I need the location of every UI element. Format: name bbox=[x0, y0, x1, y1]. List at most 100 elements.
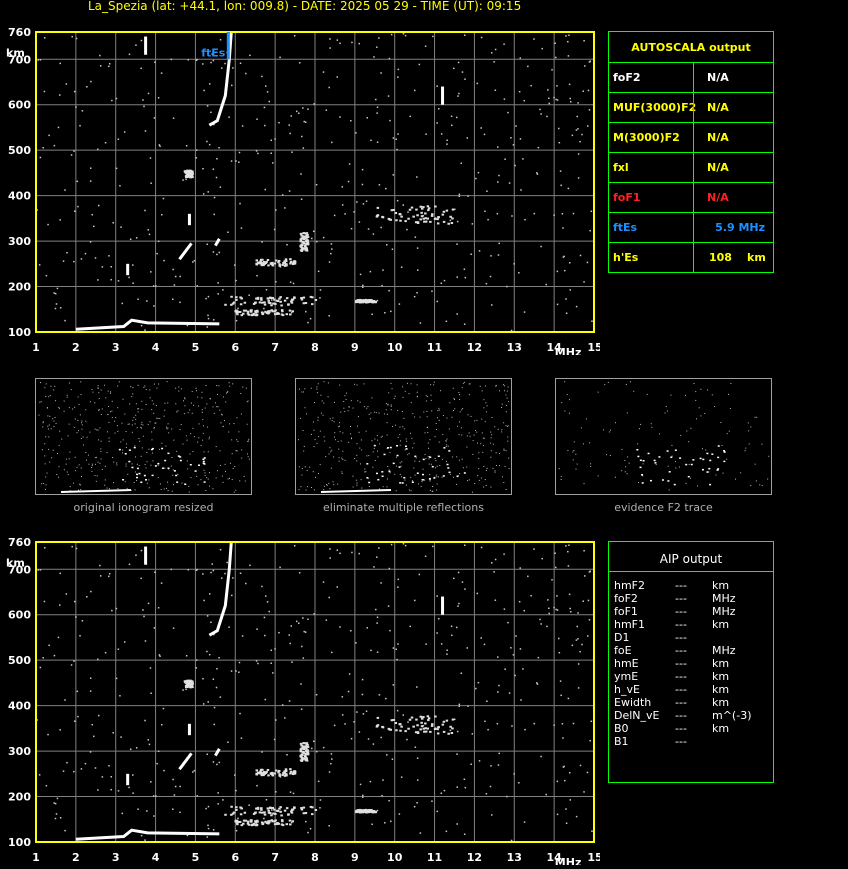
noise-dot bbox=[144, 839, 146, 841]
noise-dot bbox=[196, 149, 198, 151]
noise-dot bbox=[302, 617, 304, 619]
thumb-dot bbox=[233, 423, 235, 425]
noise-dot bbox=[564, 269, 566, 272]
thumb-dot bbox=[756, 416, 758, 418]
noise-dot bbox=[367, 738, 370, 740]
thumb-dot bbox=[576, 463, 578, 465]
thumb-dot bbox=[485, 402, 487, 404]
noise-dot bbox=[45, 274, 48, 277]
thumb-dot bbox=[329, 447, 331, 449]
thumb-dot bbox=[121, 452, 123, 454]
thumb-dot bbox=[239, 480, 241, 482]
noise-dot bbox=[73, 90, 76, 93]
noise-dot bbox=[559, 170, 562, 172]
noise-dot bbox=[238, 151, 241, 154]
thumb-dot bbox=[436, 465, 438, 467]
echo-dot bbox=[442, 210, 446, 213]
thumb-dot bbox=[198, 423, 200, 425]
noise-dot bbox=[575, 305, 578, 308]
noise-dot bbox=[281, 194, 284, 196]
noise-dot bbox=[272, 672, 274, 674]
noise-dot bbox=[135, 554, 137, 556]
thumb-dot bbox=[107, 431, 109, 433]
thumb-dot bbox=[74, 418, 76, 420]
noise-dot bbox=[436, 85, 438, 87]
thumb-dot bbox=[384, 413, 386, 415]
noise-dot bbox=[202, 703, 205, 705]
thumb-dot bbox=[430, 463, 432, 465]
echo-dot bbox=[394, 722, 398, 725]
noise-dot bbox=[464, 78, 466, 80]
noise-dot bbox=[212, 59, 215, 62]
noise-dot bbox=[355, 132, 357, 134]
thumb-dot bbox=[431, 410, 433, 412]
thumb-dot bbox=[246, 423, 248, 425]
thumb-dot bbox=[397, 410, 399, 412]
x-tick-label: 9 bbox=[351, 851, 359, 864]
thumb-dot bbox=[172, 474, 174, 476]
echo-dot bbox=[302, 751, 305, 754]
thumb-dot bbox=[54, 416, 56, 418]
echo-dot bbox=[420, 725, 424, 728]
noise-dot bbox=[53, 292, 55, 294]
echo-dot bbox=[287, 303, 290, 306]
y-tick-label: 400 bbox=[8, 700, 31, 713]
echo-dot bbox=[269, 262, 273, 265]
noise-dot bbox=[577, 153, 580, 155]
noise-dot bbox=[446, 649, 448, 652]
thumb-echo bbox=[723, 460, 726, 463]
noise-dot bbox=[480, 36, 483, 39]
thumb-dot bbox=[95, 480, 97, 482]
thumb-dot bbox=[180, 423, 182, 425]
aip-row: hmF1 --- km bbox=[614, 618, 769, 631]
noise-dot bbox=[206, 753, 208, 756]
thumb-dot bbox=[65, 463, 67, 465]
thumb-dot bbox=[104, 479, 106, 481]
echo-dot bbox=[399, 729, 402, 732]
thumb-dot bbox=[247, 453, 249, 455]
noise-dot bbox=[378, 694, 381, 696]
noise-dot bbox=[218, 761, 221, 764]
thumb-dot bbox=[56, 474, 58, 476]
noise-dot bbox=[456, 823, 458, 825]
thumb-echo bbox=[670, 456, 673, 459]
thumb-dot bbox=[494, 470, 496, 472]
noise-dot bbox=[58, 94, 61, 96]
thumb-dot bbox=[100, 389, 102, 391]
thumb-dot bbox=[314, 439, 316, 441]
thumb-dot bbox=[508, 457, 510, 459]
thumb-dot bbox=[108, 440, 110, 442]
thumb-dot bbox=[190, 402, 192, 404]
noise-dot bbox=[487, 218, 489, 221]
thumb-dot bbox=[44, 455, 46, 457]
noise-dot bbox=[510, 137, 512, 139]
thumb-dot bbox=[358, 431, 360, 433]
noise-dot bbox=[295, 620, 298, 623]
thumb-dot bbox=[338, 460, 340, 462]
echo-dot bbox=[268, 820, 271, 823]
autoscala-row-divider bbox=[609, 182, 773, 183]
echo-dot bbox=[427, 717, 431, 720]
aip-row: Ewidth --- km bbox=[614, 696, 769, 709]
thumb-dot bbox=[111, 400, 113, 402]
thumb-dot bbox=[442, 433, 444, 435]
thumb-dot bbox=[471, 491, 473, 493]
noise-dot bbox=[97, 279, 99, 281]
thumb-dot bbox=[298, 439, 300, 441]
echo-dot bbox=[289, 260, 293, 263]
thumb-dot bbox=[492, 443, 494, 445]
noise-dot bbox=[387, 605, 390, 607]
thumb-echo bbox=[401, 482, 404, 484]
thumb-dot bbox=[402, 396, 404, 398]
noise-dot bbox=[304, 631, 307, 633]
thumb-dot bbox=[473, 434, 475, 436]
echo-dot bbox=[275, 299, 279, 302]
thumb-dot bbox=[447, 445, 449, 447]
noise-dot bbox=[565, 808, 567, 810]
noise-dot bbox=[192, 261, 194, 263]
noise-dot bbox=[445, 320, 448, 323]
thumb-dot bbox=[70, 389, 72, 391]
thumb-dot bbox=[110, 391, 112, 393]
thumb-dot bbox=[114, 432, 116, 434]
thumb-echo bbox=[709, 459, 712, 462]
